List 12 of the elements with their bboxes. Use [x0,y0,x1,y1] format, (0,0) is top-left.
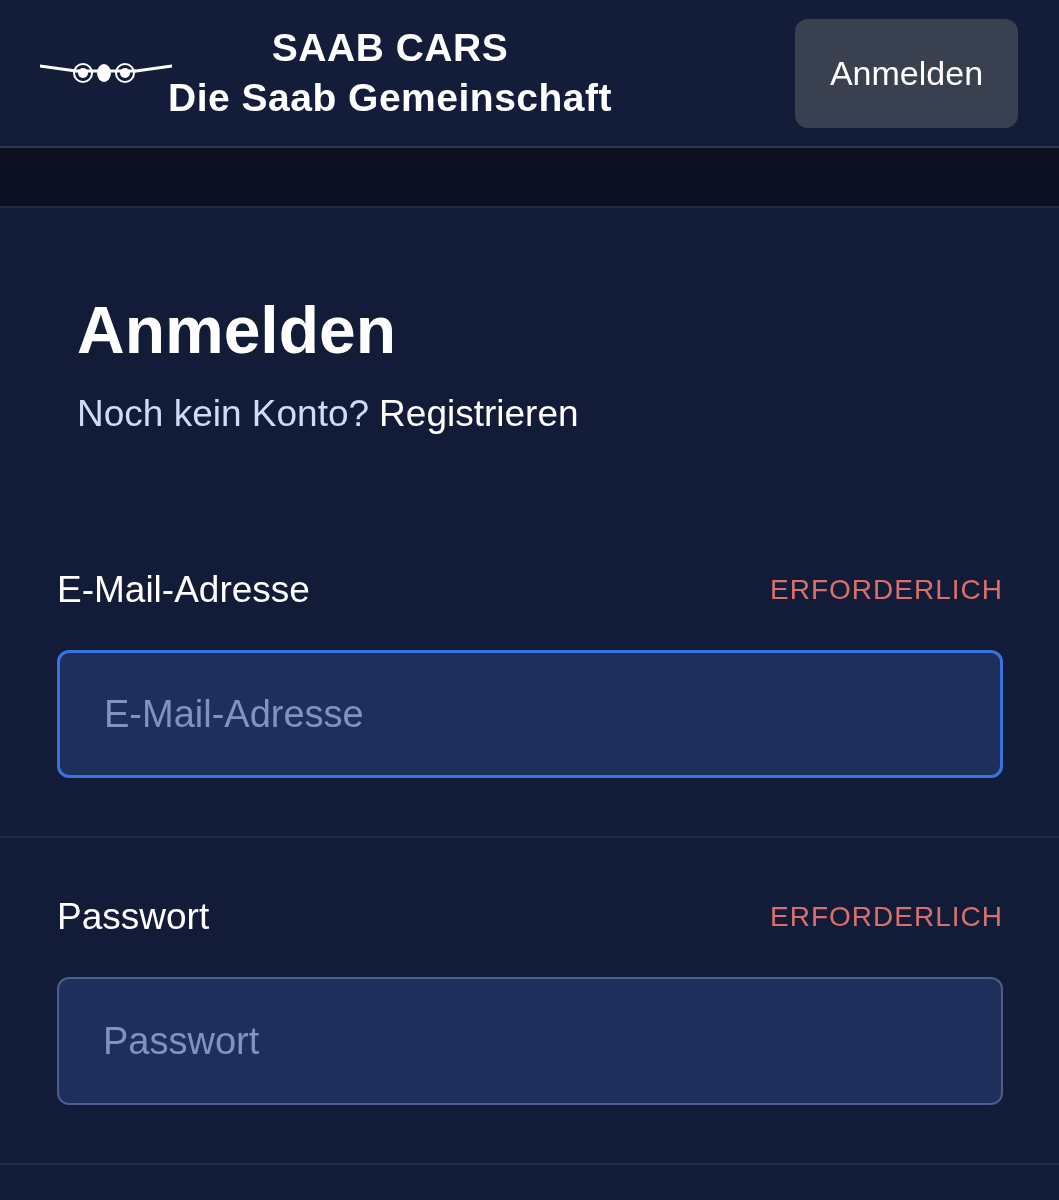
page-title: Anmelden [77,292,398,369]
register-link[interactable]: Registrieren [379,390,579,438]
logo-title: SAAB CARS [271,25,509,71]
input-field[interactable]: E-Mail-Adresse [57,650,1003,778]
required-note: ERFORDERLICH [770,574,1003,606]
logo-subtitle: Die Saab Gemeinschaft [168,75,612,121]
required-note: ERFORDERLICH [770,901,1003,933]
field-label: Passwort [57,896,210,938]
login-button[interactable]: Anmelden [795,18,1018,128]
input-field[interactable]: Passwort [57,977,1003,1105]
field-label: E-Mail-Adresse [57,569,310,611]
no-account-text: Noch kein Konto? [77,392,370,436]
